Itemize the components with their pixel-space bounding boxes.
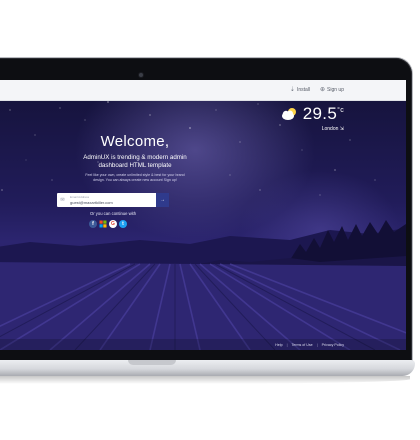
email-field-value: guest@maxartkiller.com: [70, 200, 113, 205]
social-login-buttons: f G t: [89, 220, 127, 228]
twitter-icon: t: [122, 221, 124, 227]
weather-widget: 29.5°c London ⇲: [279, 104, 344, 132]
landscape-illustration: [0, 220, 406, 350]
windows-button[interactable]: [99, 220, 107, 228]
city-label: London ⇲: [321, 126, 344, 132]
email-field[interactable]: Email Address guest@maxartkiller.com: [68, 193, 156, 207]
terms-link[interactable]: Terms of Use: [292, 343, 313, 347]
camera-icon: [139, 73, 143, 77]
download-icon: ⇣: [289, 87, 295, 93]
help-link[interactable]: Help: [275, 343, 282, 347]
top-links: ⇣ Install ⊕ Sign up: [289, 86, 344, 94]
login-submit-button[interactable]: →: [156, 193, 169, 207]
laptop-shadow: [0, 376, 410, 384]
privacy-link[interactable]: Privacy Policy: [322, 343, 344, 347]
facebook-button[interactable]: f: [89, 220, 97, 228]
install-link[interactable]: ⇣ Install: [289, 86, 310, 94]
laptop-base: [0, 360, 415, 376]
screen-footer: Help | Terms of Use | Privacy Policy: [0, 339, 406, 350]
temperature-unit: °c: [337, 107, 344, 114]
laptop-screen: ⇣ Install ⊕ Sign up 29.5°c London ⇲ Welc…: [0, 80, 406, 350]
install-label: Install: [296, 86, 310, 93]
windows-icon: [99, 220, 107, 228]
signup-link[interactable]: ⊕ Sign up: [320, 86, 344, 94]
location-icon: ⇲: [339, 126, 344, 132]
top-bar: ⇣ Install ⊕ Sign up: [0, 80, 406, 101]
continue-with-label: Or you can continue with: [89, 211, 137, 216]
facebook-icon: f: [92, 221, 94, 227]
google-icon: G: [111, 221, 115, 227]
tagline-line-1: AdminUX is trending & modern admin: [83, 154, 187, 161]
tagline: AdminUX is trending & modern admin dashb…: [55, 154, 215, 169]
footer-divider: |: [316, 342, 318, 347]
email-icon: ✉: [60, 197, 65, 203]
description-line-2: design. You can always create new accoun…: [93, 178, 177, 182]
welcome-heading: Welcome,: [100, 133, 170, 150]
arrow-right-icon: →: [160, 197, 165, 203]
email-field-label: Email Address: [70, 195, 90, 199]
google-button[interactable]: G: [109, 220, 117, 228]
twitter-button[interactable]: t: [119, 220, 127, 228]
tagline-line-2: dashboard HTML template: [98, 161, 172, 169]
laptop-base-notch: [128, 360, 176, 365]
signup-label: Sign up: [327, 86, 344, 93]
temperature-value: 29.5°c: [302, 104, 344, 123]
footer-divider: |: [286, 342, 288, 347]
cloud-icon: [281, 108, 296, 120]
description: Feel like your own, create unlimited sty…: [65, 173, 205, 183]
user-plus-icon: ⊕: [320, 87, 326, 93]
login-form: ✉ Email Address guest@maxartkiller.com →: [57, 193, 169, 207]
